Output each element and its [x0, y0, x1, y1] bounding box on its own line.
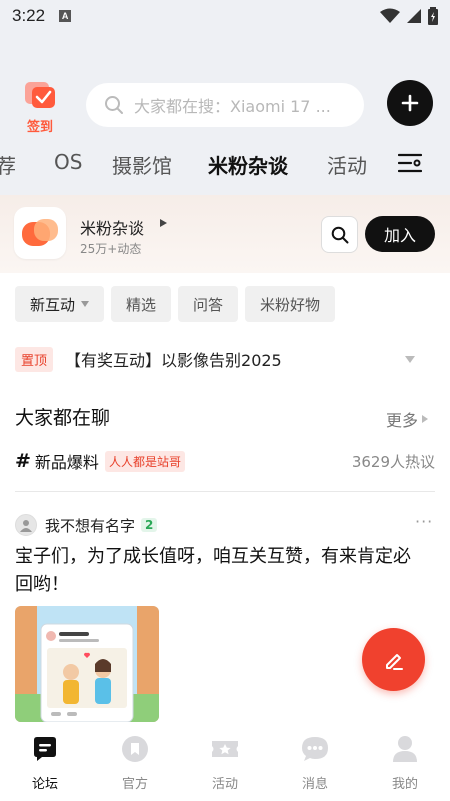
tab-os[interactable]: OS [54, 150, 82, 174]
status-bar: 3:22 A [0, 0, 450, 32]
nav-label: 论坛 [31, 777, 58, 792]
checkin-button[interactable]: 签到 [20, 80, 60, 135]
hashtag-icon: # [15, 450, 31, 472]
post-image[interactable] [15, 606, 159, 722]
tab-mifen-talk[interactable]: 米粉杂谈 [208, 150, 288, 179]
expand-icon[interactable] [405, 355, 415, 363]
header: 签到 大家都在搜：Xiaomi 17 ... 荐 OS 摄影馆 米粉杂谈 活动 [0, 32, 450, 195]
battery-icon [428, 7, 438, 25]
chat-bubble-logo-icon [22, 219, 58, 246]
post-illustration [15, 606, 159, 722]
nav-label: 活动 [211, 777, 238, 792]
plus-icon [401, 94, 419, 112]
forum-arrow-icon[interactable] [160, 219, 167, 227]
search-icon [331, 226, 348, 243]
nav-official[interactable]: 官方 [90, 722, 180, 801]
nav-label: 我的 [391, 777, 418, 792]
tab-events[interactable]: 活动 [327, 150, 367, 179]
forum-search-button[interactable] [321, 216, 358, 253]
more-label: 更多 [386, 411, 419, 430]
search-icon [105, 96, 123, 114]
ticket-icon [212, 741, 238, 757]
topic-count: 3629人热议 [351, 452, 435, 471]
avatar[interactable] [15, 514, 37, 536]
forum-name[interactable]: 米粉杂谈 [80, 215, 144, 239]
nav-label: 官方 [121, 777, 148, 792]
search-placeholder: 大家都在搜：Xiaomi 17 ... [134, 97, 331, 116]
status-time: 3:22 [12, 6, 46, 25]
author-name: 我不想有名字 [45, 516, 136, 535]
topic-title: 新品爆料 [34, 453, 99, 472]
tab-recommend[interactable]: 荐 [0, 150, 16, 179]
create-post-button[interactable] [387, 80, 433, 126]
divider [15, 491, 435, 492]
nav-events[interactable]: 活动 [180, 722, 270, 801]
search-bar[interactable]: 大家都在搜：Xiaomi 17 ... [86, 83, 364, 127]
filter-featured[interactable]: 精选 [111, 286, 172, 322]
pinned-badge: 置顶 [15, 346, 54, 372]
level-badge: 2 [141, 518, 158, 532]
nav-forum[interactable]: 论坛 [0, 722, 90, 801]
user-avatar-icon [20, 520, 32, 532]
forum-logo[interactable] [14, 207, 66, 259]
pencil-icon [385, 653, 403, 670]
chevron-right-icon [422, 415, 429, 423]
user-icon [393, 736, 417, 762]
tab-menu-icon[interactable] [398, 152, 422, 174]
signal-icon [407, 9, 421, 23]
filter-good-stuff[interactable]: 米粉好物 [245, 286, 336, 322]
checkin-label: 签到 [26, 120, 53, 135]
join-button[interactable]: 加入 [365, 216, 435, 252]
nav-label: 消息 [301, 777, 328, 792]
post-author[interactable]: 我不想有名字 2 [15, 514, 158, 536]
message-icon [302, 737, 328, 761]
post-text[interactable]: 宝子们，为了成长值呀，咱互关互赞，有来肯定必回哟！ [15, 543, 425, 599]
forum-meta: 25万+动态 [80, 242, 142, 256]
forum-icon [34, 737, 56, 761]
official-icon [122, 736, 148, 762]
caret-down-icon [81, 301, 90, 307]
filter-qa[interactable]: 问答 [178, 286, 239, 322]
filter-label: 新互动 [30, 295, 76, 314]
notification-icon: A [59, 10, 72, 22]
filter-new-interaction[interactable]: 新互动 [15, 286, 105, 322]
trending-more-link[interactable]: 更多 [386, 407, 429, 431]
wifi-icon [380, 8, 400, 23]
category-tabs: 荐 OS 摄影馆 米粉杂谈 活动 [0, 144, 450, 184]
pinned-title: 【有奖互动】以影像告别2025 [65, 351, 282, 370]
bottom-nav: 论坛 官方 活动 消息 我的 [0, 722, 450, 801]
trending-title: 大家都在聊 [15, 407, 111, 429]
forum-banner: 米粉杂谈 25万+动态 加入 [0, 195, 450, 273]
calendar-check-icon [25, 82, 55, 108]
nav-messages[interactable]: 消息 [270, 722, 360, 801]
post-more-button[interactable]: ··· [415, 512, 433, 531]
topic-tag: 人人都是站哥 [104, 450, 185, 472]
compose-button[interactable] [362, 628, 425, 691]
nav-profile[interactable]: 我的 [360, 722, 450, 801]
filter-chips: 新互动 精选 问答 米粉好物 [15, 286, 336, 322]
tab-photography[interactable]: 摄影馆 [112, 150, 172, 179]
trending-topic[interactable]: # 新品爆料 人人都是站哥 3629人热议 [15, 449, 435, 473]
pinned-post[interactable]: 置顶 【有奖互动】以影像告别2025 [15, 346, 435, 372]
